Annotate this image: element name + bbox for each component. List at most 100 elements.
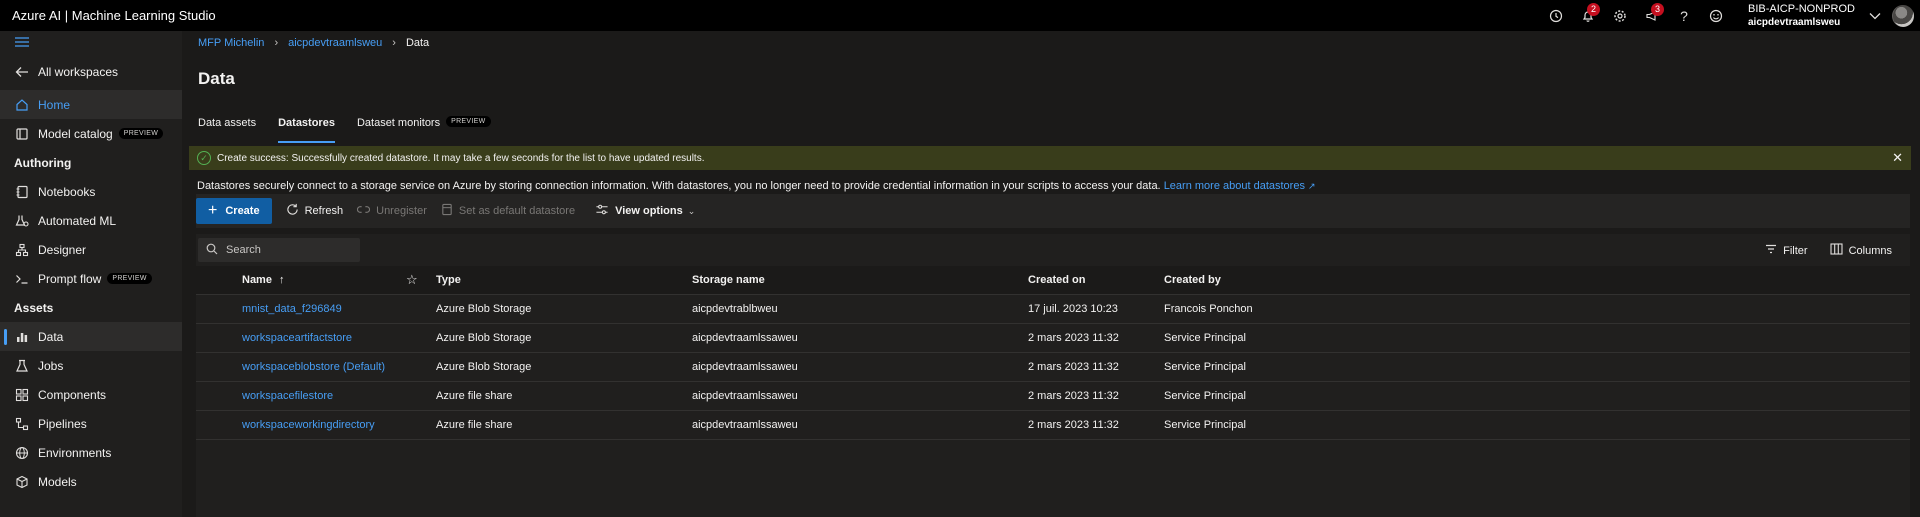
- unregister-button[interactable]: Unregister: [357, 203, 427, 219]
- all-workspaces-link[interactable]: All workspaces: [0, 57, 182, 86]
- hamburger-icon: [14, 37, 30, 47]
- table-row[interactable]: workspacefilestore Azure file share aicp…: [196, 382, 1910, 411]
- page-title: Data: [198, 69, 235, 88]
- preview-badge: PREVIEW: [118, 128, 164, 139]
- feedback-smiley-icon[interactable]: [1700, 0, 1732, 31]
- columns-button[interactable]: Columns: [1830, 243, 1892, 258]
- chevron-down-icon: ⌄: [687, 205, 696, 216]
- history-icon[interactable]: [1540, 0, 1572, 31]
- top-bar: Azure AI | Machine Learning Studio 2 3 ?…: [0, 0, 1920, 31]
- breadcrumb-root[interactable]: MFP Michelin: [198, 37, 264, 49]
- cell-type: Azure Blob Storage: [436, 303, 532, 315]
- cell-created-by: Service Principal: [1164, 390, 1246, 402]
- set-default-label: Set as default datastore: [458, 205, 576, 217]
- tab-datastores[interactable]: Datastores: [278, 117, 335, 143]
- refresh-icon: [286, 203, 299, 219]
- tab-data-assets[interactable]: Data assets: [198, 117, 256, 143]
- table-row[interactable]: workspaceblobstore (Default) Azure Blob …: [196, 353, 1910, 382]
- datastore-name-link[interactable]: workspaceworkingdirectory: [196, 419, 406, 431]
- table-row[interactable]: mnist_data_f296849 Azure Blob Storage ai…: [196, 295, 1910, 324]
- pipeline-icon: [14, 417, 30, 431]
- command-bar: + Create Refresh Unregister Set as defau…: [196, 194, 1910, 228]
- description-text: Datastores securely connect to a storage…: [197, 180, 1161, 192]
- preview-badge: PREVIEW: [446, 116, 491, 127]
- plus-icon: +: [208, 202, 218, 219]
- close-icon[interactable]: ✕: [1892, 150, 1903, 166]
- table-toolbar: Search Filter Columns: [196, 234, 1910, 266]
- cell-type: Azure Blob Storage: [436, 332, 532, 344]
- data-bars-icon: [14, 330, 30, 344]
- sidebar-section-assets: Assets: [14, 300, 54, 315]
- column-header-name[interactable]: Name ↑: [196, 274, 406, 286]
- sidebar-section-authoring: Authoring: [14, 155, 72, 170]
- search-input[interactable]: Search: [198, 238, 360, 262]
- column-header-created-on[interactable]: Created on: [1028, 274, 1164, 286]
- sidebar-item-prompt-flow[interactable]: Prompt flow PREVIEW: [0, 264, 182, 293]
- table-row[interactable]: workspaceworkingdirectory Azure file sha…: [196, 411, 1910, 440]
- datastore-name-link[interactable]: workspaceblobstore (Default): [196, 361, 406, 373]
- sidebar-item-jobs[interactable]: Jobs: [0, 351, 182, 380]
- sidebar-item-data[interactable]: Data: [0, 322, 182, 351]
- table-header-row: Name ↑ ☆ Type Storage name Created on Cr…: [196, 266, 1910, 295]
- sidebar-item-notebooks[interactable]: Notebooks: [0, 177, 182, 206]
- flask-icon: [14, 359, 30, 373]
- sidebar-item-home[interactable]: Home: [0, 90, 182, 119]
- cell-storage: aicpdevtrablbweu: [692, 303, 778, 315]
- sidebar-item-label: Jobs: [38, 358, 64, 373]
- table-row[interactable]: workspaceartifactstore Azure Blob Storag…: [196, 324, 1910, 353]
- sidebar-item-label: Components: [38, 387, 107, 402]
- sliders-icon: [595, 203, 609, 219]
- sidebar-item-models[interactable]: Models: [0, 467, 182, 496]
- sidebar-item-pipelines[interactable]: Pipelines: [0, 409, 182, 438]
- set-default-button[interactable]: Set as default datastore: [441, 203, 575, 219]
- account-switcher[interactable]: BIB-AICP-NONPROD aicpdevtraamlsweu: [1738, 2, 1866, 30]
- sidebar-item-automated-ml[interactable]: Automated ML: [0, 206, 182, 235]
- filter-icon: [1765, 244, 1777, 257]
- sidebar-item-model-catalog[interactable]: Model catalog PREVIEW: [0, 119, 182, 148]
- help-icon[interactable]: ?: [1668, 0, 1700, 31]
- prompt-icon: [14, 272, 30, 286]
- sidebar-item-designer[interactable]: Designer: [0, 235, 182, 264]
- search-icon: [206, 243, 218, 258]
- refresh-button[interactable]: Refresh: [286, 203, 344, 219]
- cell-type: Azure Blob Storage: [436, 361, 532, 373]
- announcements-megaphone-icon[interactable]: 3: [1636, 0, 1668, 31]
- datastore-name-link[interactable]: workspaceartifactstore: [196, 332, 406, 344]
- sidebar-item-label: Model catalog: [38, 126, 113, 141]
- cell-created-by: Francois Ponchon: [1164, 303, 1253, 315]
- sidebar-item-label: Designer: [38, 242, 87, 257]
- column-header-created-by[interactable]: Created by: [1164, 274, 1464, 286]
- tab-dataset-monitors[interactable]: Dataset monitors PREVIEW: [357, 116, 491, 143]
- create-button[interactable]: + Create: [196, 198, 272, 224]
- back-arrow-icon: [14, 66, 30, 78]
- chevron-down-icon[interactable]: [1866, 0, 1884, 31]
- hamburger-menu-button[interactable]: [0, 31, 182, 53]
- datastores-description: Datastores securely connect to a storage…: [197, 180, 1316, 192]
- breadcrumb-workspace[interactable]: aicpdevtraamlsweu: [288, 37, 382, 49]
- message-text: Successfully created datastore. It may t…: [288, 152, 705, 164]
- sidebar-item-label: Home: [38, 97, 71, 112]
- filter-button[interactable]: Filter: [1765, 243, 1808, 258]
- datastore-name-link[interactable]: mnist_data_f296849: [196, 303, 406, 315]
- avatar[interactable]: [1892, 4, 1914, 27]
- cell-storage: aicpdevtraamlssaweu: [692, 361, 798, 373]
- cell-created-by: Service Principal: [1164, 332, 1246, 344]
- refresh-label: Refresh: [304, 205, 344, 217]
- account-workspace: aicpdevtraamlsweu: [1748, 16, 1841, 28]
- column-header-storage[interactable]: Storage name: [692, 274, 1028, 286]
- sidebar-item-components[interactable]: Components: [0, 380, 182, 409]
- tabs: Data assets Datastores Dataset monitors …: [198, 116, 513, 143]
- datastore-name-link[interactable]: workspacefilestore: [196, 390, 406, 402]
- cell-type: Azure file share: [436, 390, 513, 402]
- notifications-bell-icon[interactable]: 2: [1572, 0, 1604, 31]
- settings-gear-icon[interactable]: [1604, 0, 1636, 31]
- unlink-icon: [357, 203, 371, 219]
- sidebar-item-environments[interactable]: Environments: [0, 438, 182, 467]
- sidebar-item-label: Notebooks: [38, 184, 96, 199]
- favorite-star-icon[interactable]: ☆: [406, 272, 436, 288]
- view-options-button[interactable]: View options ⌄: [595, 203, 695, 219]
- column-header-type[interactable]: Type: [436, 274, 692, 286]
- learn-more-link[interactable]: Learn more about datastores: [1164, 180, 1305, 192]
- create-label: Create: [225, 205, 260, 217]
- app-title[interactable]: Azure AI | Machine Learning Studio: [0, 8, 216, 23]
